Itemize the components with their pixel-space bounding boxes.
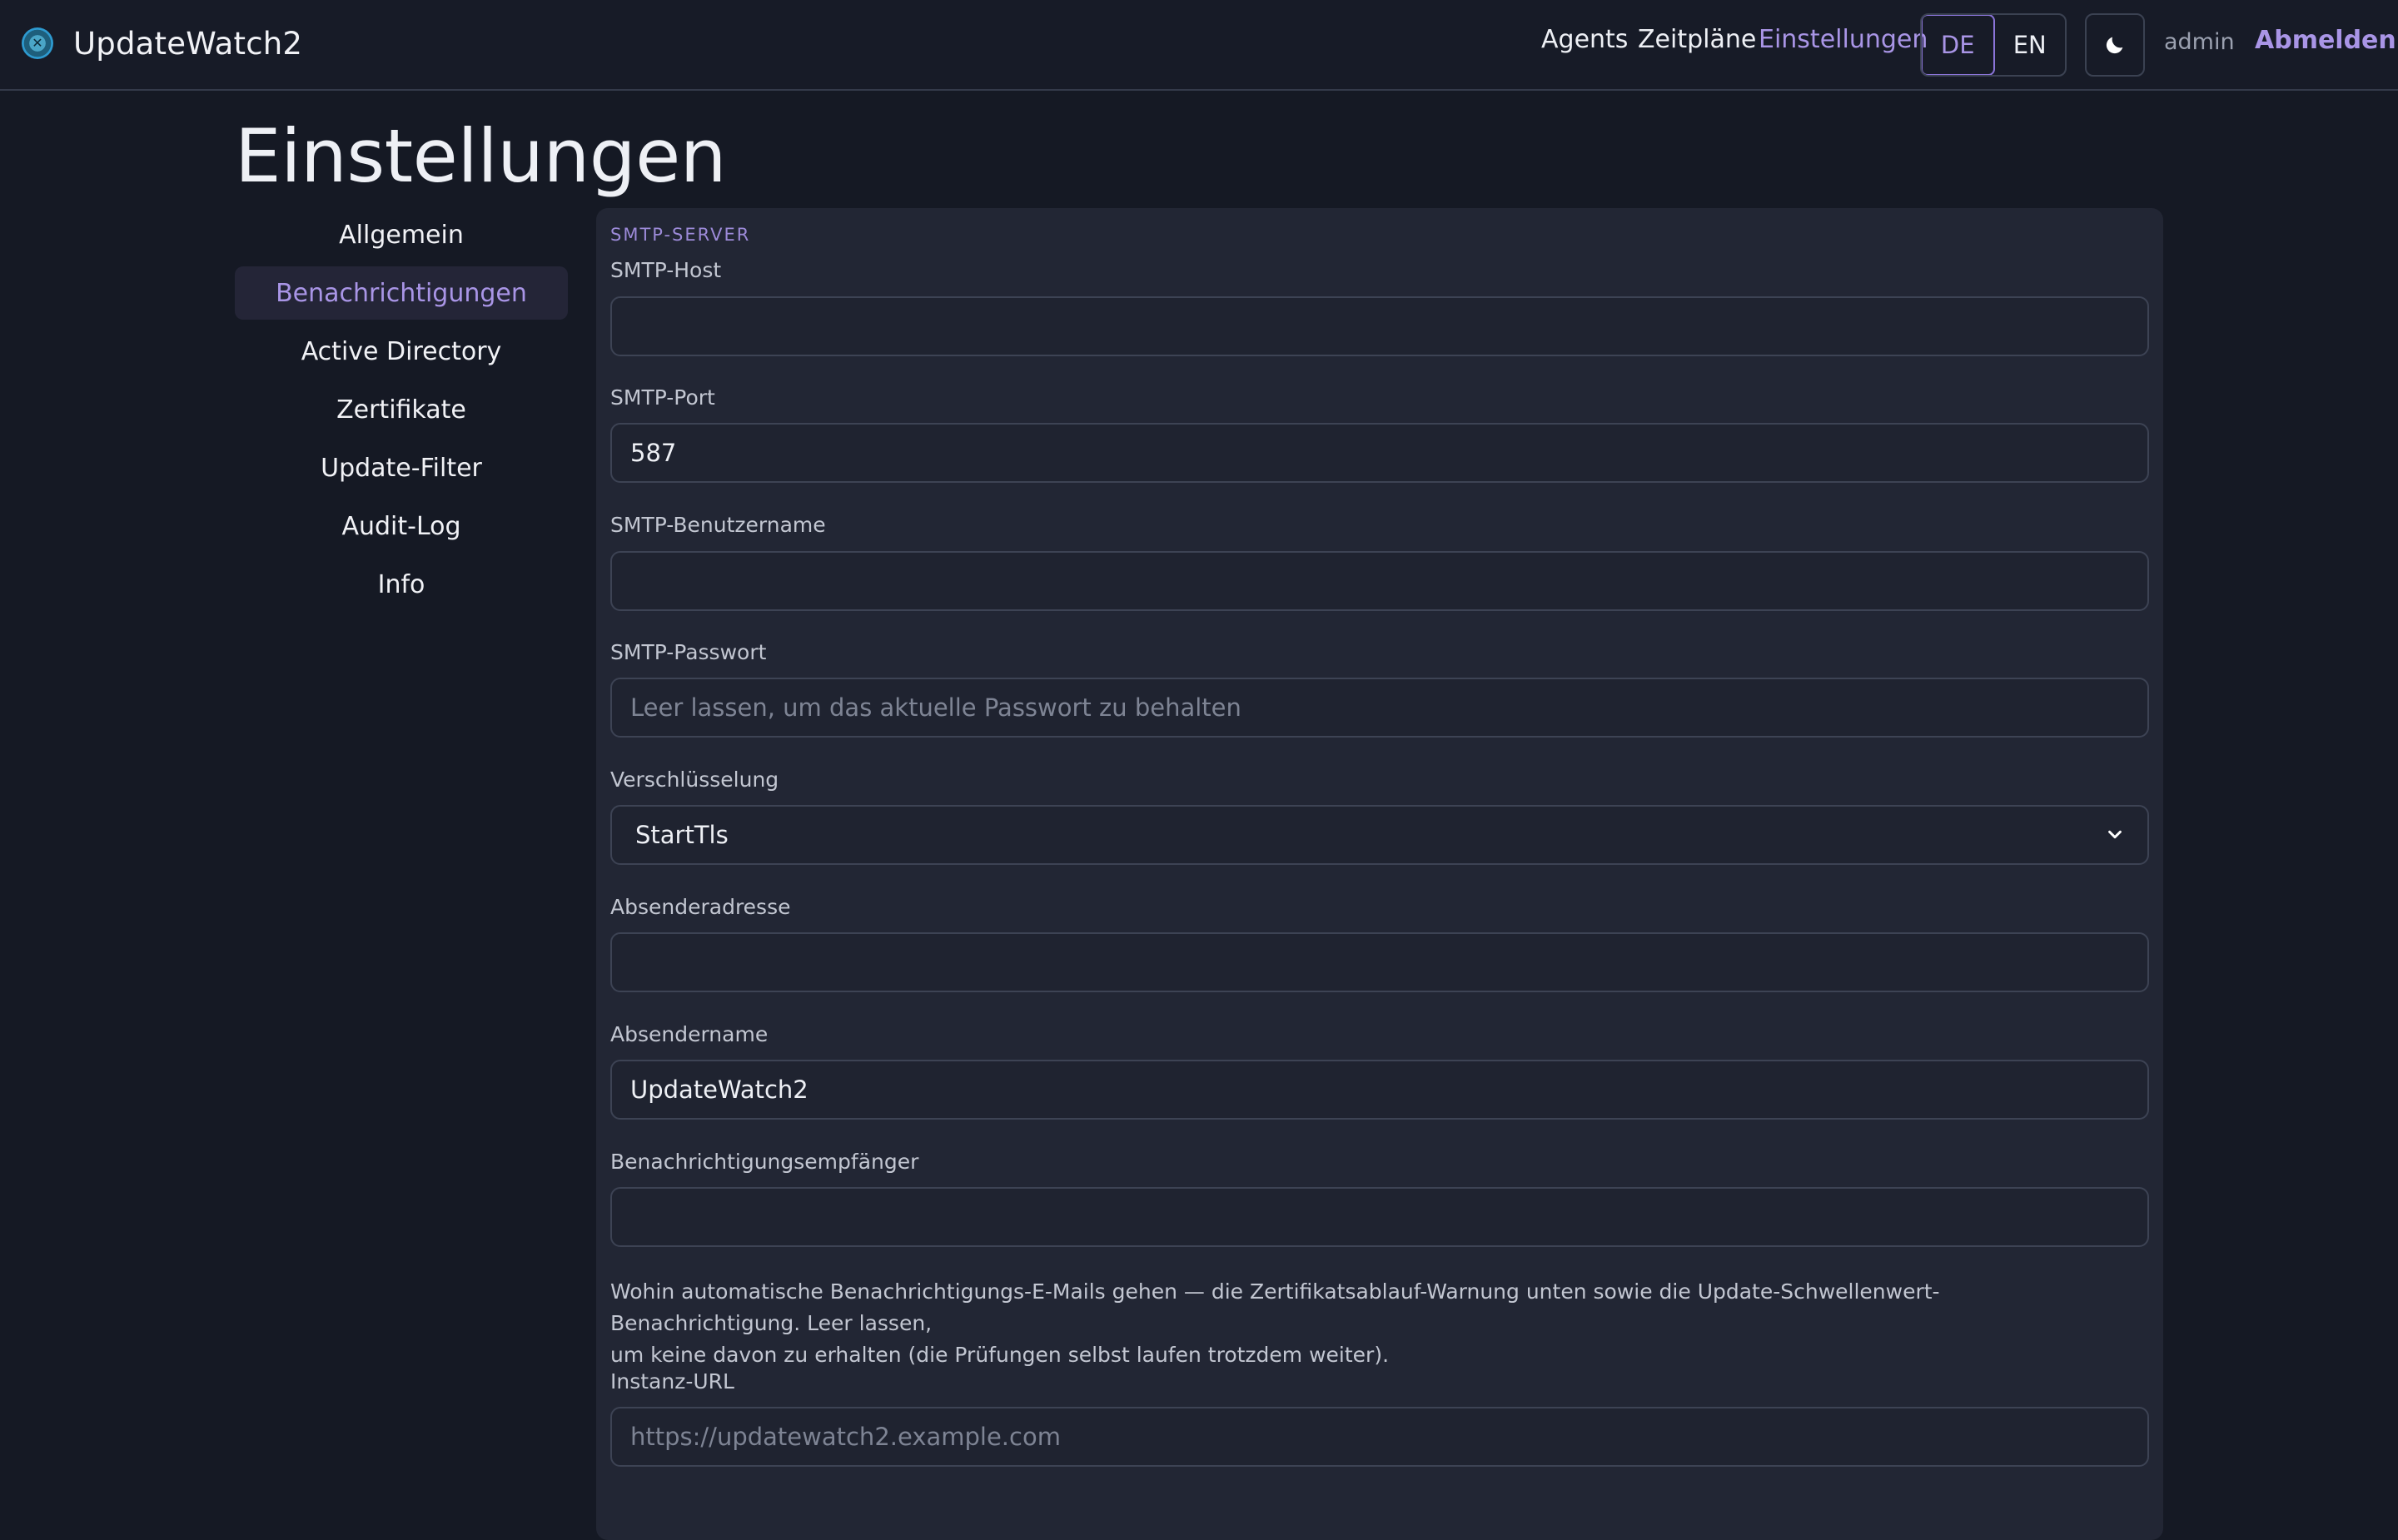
smtp-port-input[interactable] xyxy=(610,423,2149,483)
smtp-username-label: SMTP-Benutzername xyxy=(610,513,826,537)
language-button-de[interactable]: DE xyxy=(1922,15,1995,75)
instance-url-input[interactable] xyxy=(610,1407,2149,1467)
section-title: SMTP-SERVER xyxy=(610,225,751,245)
recipients-help-text: Wohin automatische Benachrichtigungs-E-M… xyxy=(610,1276,2126,1371)
sidebar-item-certificates[interactable]: Zertifikate xyxy=(235,383,568,436)
sender-address-label: Absenderadresse xyxy=(610,895,791,919)
sidebar-item-active-directory[interactable]: Active Directory xyxy=(235,325,568,378)
nav-link-schedules[interactable]: Zeitpläne xyxy=(1638,25,1756,54)
nav-link-settings[interactable]: Einstellungen xyxy=(1759,25,1928,54)
encryption-selected-value: StartTls xyxy=(635,821,729,849)
brand[interactable]: UpdateWatch2 xyxy=(22,20,302,67)
language-button-en[interactable]: EN xyxy=(1995,15,2066,75)
app-logo-icon xyxy=(22,27,53,59)
theme-toggle-button[interactable] xyxy=(2085,13,2145,77)
sidebar-item-audit-log[interactable]: Audit-Log xyxy=(235,499,568,553)
encryption-label: Verschlüsselung xyxy=(610,768,779,792)
instance-url-label: Instanz-URL xyxy=(610,1369,734,1393)
recipients-input[interactable] xyxy=(610,1187,2149,1247)
chevron-down-icon xyxy=(2108,830,2122,839)
sidebar-item-info[interactable]: Info xyxy=(235,558,568,611)
smtp-port-label: SMTP-Port xyxy=(610,385,715,410)
settings-sidebar: Allgemein Benachrichtigungen Active Dire… xyxy=(235,208,568,616)
recipients-label: Benachrichtigungsempfänger xyxy=(610,1150,919,1174)
smtp-host-label: SMTP-Host xyxy=(610,258,722,282)
nav-link-agents[interactable]: Agents xyxy=(1541,25,1628,54)
language-switcher: DE EN xyxy=(1920,13,2067,77)
sender-name-label: Absendername xyxy=(610,1022,769,1046)
top-navbar: UpdateWatch2 Agents Zeitpläne Einstellun… xyxy=(0,0,2398,91)
recipients-help-line-1: Wohin automatische Benachrichtigungs-E-M… xyxy=(610,1279,1940,1335)
sidebar-item-update-filter[interactable]: Update-Filter xyxy=(235,441,568,494)
recipients-help-line-2: um keine davon zu erhalten (die Prüfunge… xyxy=(610,1343,1390,1367)
sender-address-input[interactable] xyxy=(610,932,2149,992)
encryption-select[interactable]: StartTls xyxy=(610,805,2149,865)
app-title: UpdateWatch2 xyxy=(73,25,303,62)
smtp-host-input[interactable] xyxy=(610,296,2149,356)
sidebar-item-notifications[interactable]: Benachrichtigungen xyxy=(235,266,568,320)
moon-icon xyxy=(2106,37,2123,54)
smtp-username-input[interactable] xyxy=(610,551,2149,611)
sender-name-input[interactable] xyxy=(610,1060,2149,1120)
smtp-password-input[interactable] xyxy=(610,678,2149,738)
sidebar-item-general[interactable]: Allgemein xyxy=(235,208,568,261)
smtp-password-label: SMTP-Passwort xyxy=(610,640,767,664)
logout-link[interactable]: Abmelden xyxy=(2255,26,2396,55)
smtp-settings-panel: SMTP-SERVER SMTP-Host SMTP-Port SMTP-Ben… xyxy=(596,208,2163,1540)
page-title: Einstellungen xyxy=(235,113,727,199)
current-user: admin xyxy=(2164,29,2235,55)
